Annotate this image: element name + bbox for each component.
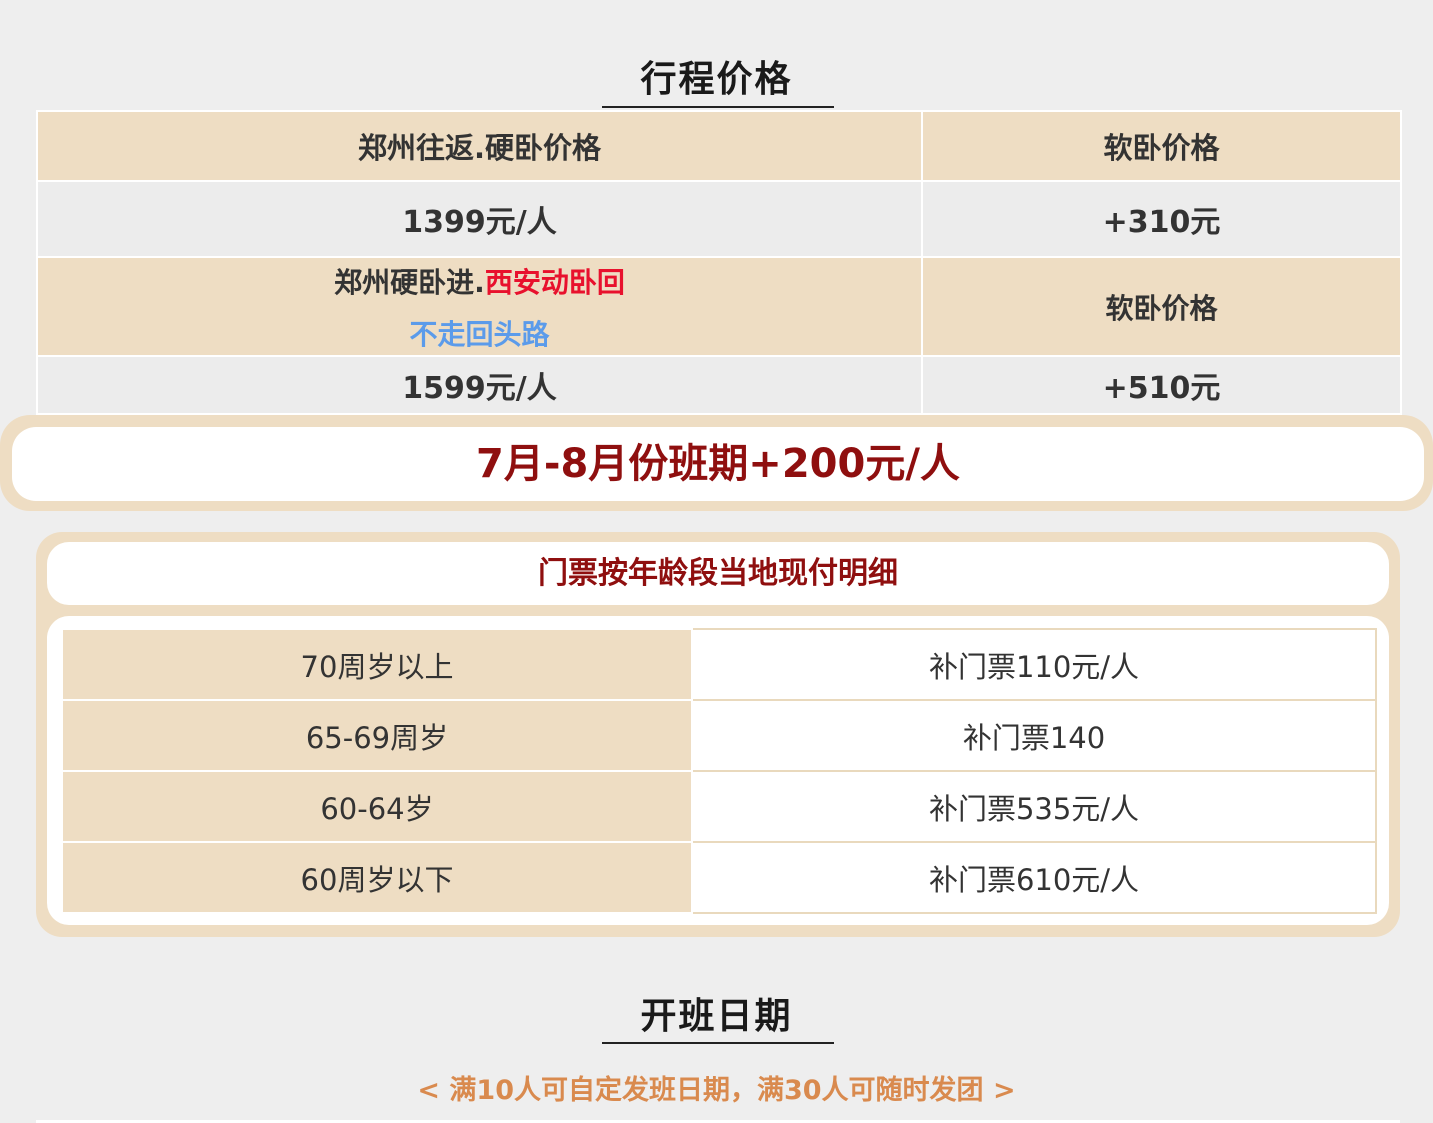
soft-sleeper-header-2: 软卧价格 — [921, 256, 1402, 357]
table-row: 60周岁以下 补门票610元/人 — [61, 841, 1377, 914]
schedule-title-underline — [602, 1042, 834, 1044]
ticket-box-body: 70周岁以上 补门票110元/人 65-69周岁 补门票140 60-64岁 补… — [47, 616, 1389, 925]
table-row: 70周岁以上 补门票110元/人 — [61, 628, 1377, 701]
soft-sleeper-extra-2: +510元 — [921, 355, 1402, 415]
route-note: 不走回头路 — [409, 317, 550, 351]
ticket-surcharge: 补门票140 — [691, 699, 1377, 772]
route-label-part2: 西安动卧回 — [484, 265, 625, 299]
route-label-part1: 郑州硬卧进. — [334, 265, 485, 299]
ticket-box: 门票按年龄段当地现付明细 70周岁以上 补门票110元/人 65-69周岁 补门… — [36, 532, 1400, 937]
ticket-surcharge: 补门票610元/人 — [691, 841, 1377, 914]
soft-sleeper-header: 软卧价格 — [921, 110, 1402, 182]
schedule-section-title: 开班日期 — [640, 996, 793, 1037]
age-group: 60周岁以下 — [61, 841, 693, 914]
ticket-box-title: 门票按年龄段当地现付明细 — [47, 542, 1389, 605]
soft-sleeper-extra: +310元 — [921, 180, 1402, 258]
price-title-underline — [602, 106, 834, 108]
ticket-surcharge: 补门票535元/人 — [691, 770, 1377, 843]
price-header-row: 郑州往返.硬卧价格 软卧价格 — [36, 110, 1402, 182]
route-option-cell: 郑州硬卧进.西安动卧回 不走回头路 — [36, 256, 923, 357]
schedule-subtitle: < 满10人可自定发班日期，满30人可随时发团 > — [417, 1075, 1016, 1106]
hard-sleeper-header: 郑州往返.硬卧价格 — [36, 110, 923, 182]
price-table: 郑州往返.硬卧价格 软卧价格 1399元/人 +310元 郑州硬卧进.西安动卧回… — [36, 110, 1402, 415]
age-group: 70周岁以上 — [61, 628, 693, 701]
price-section-title: 行程价格 — [640, 59, 793, 100]
table-row: 60-64岁 补门票535元/人 — [61, 770, 1377, 843]
ticket-table: 70周岁以上 补门票110元/人 65-69周岁 补门票140 60-64岁 补… — [61, 628, 1377, 914]
ticket-surcharge: 补门票110元/人 — [691, 628, 1377, 701]
age-group: 65-69周岁 — [61, 699, 693, 772]
table-row: 65-69周岁 补门票140 — [61, 699, 1377, 772]
route-option-row: 郑州硬卧进.西安动卧回 不走回头路 软卧价格 — [36, 256, 1402, 357]
surcharge-text: 7月-8月份班期+200元/人 — [12, 427, 1424, 501]
route-option-price: 1599元/人 — [36, 355, 923, 415]
price-row-2: 1599元/人 +510元 — [36, 355, 1402, 415]
age-group: 60-64岁 — [61, 770, 693, 843]
price-row: 1399元/人 +310元 — [36, 180, 1402, 258]
hard-sleeper-price: 1399元/人 — [36, 180, 923, 258]
surcharge-banner: 7月-8月份班期+200元/人 — [0, 415, 1433, 511]
